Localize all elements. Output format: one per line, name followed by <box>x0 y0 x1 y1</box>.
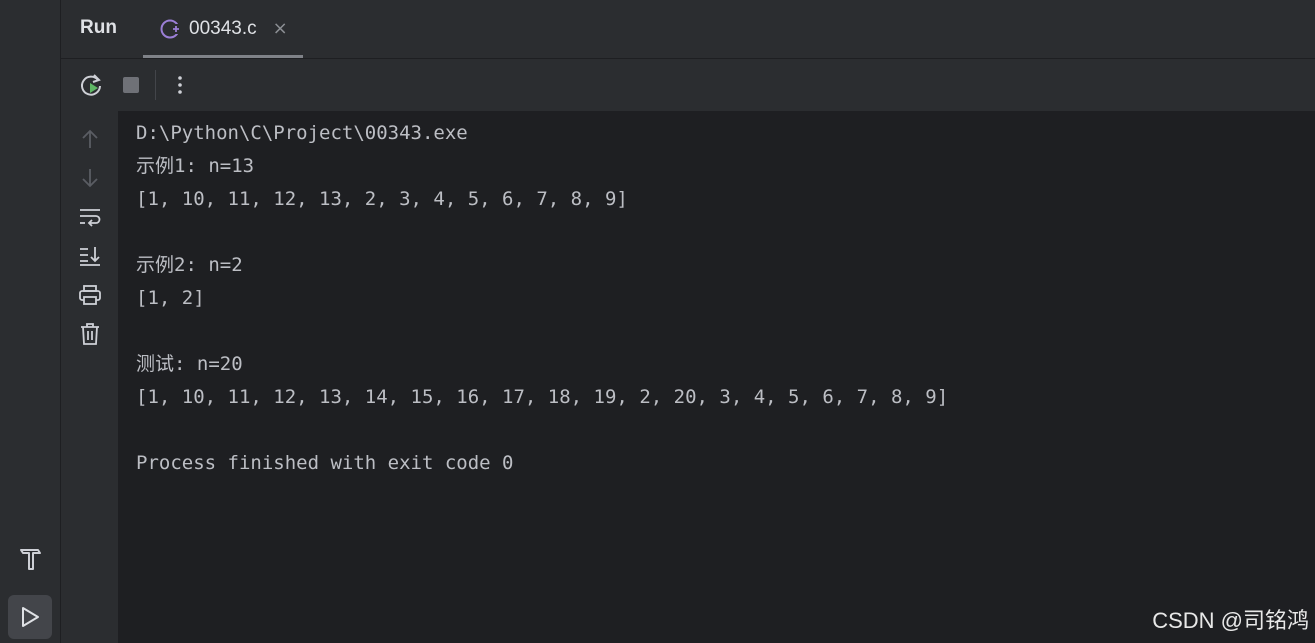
trash-icon <box>81 323 99 345</box>
scroll-to-end-icon <box>80 247 100 266</box>
run-toolbar <box>61 59 1315 111</box>
rerun-button[interactable] <box>77 71 105 99</box>
hammer-icon <box>20 549 41 570</box>
more-vertical-icon <box>178 76 182 94</box>
scroll-to-end-button[interactable] <box>76 242 104 270</box>
close-icon[interactable]: × <box>273 20 288 38</box>
console-gutter <box>61 111 118 643</box>
console-line: [1, 10, 11, 12, 13, 2, 3, 4, 5, 6, 7, 8,… <box>136 188 628 210</box>
c-file-icon <box>160 19 182 39</box>
console-output[interactable]: D:\Python\C\Project\00343.exe 示例1: n=13 … <box>118 111 1315 643</box>
watermark: CSDN @司铭鸿 <box>1152 608 1309 633</box>
tool-window-stripe <box>0 0 61 643</box>
build-button[interactable] <box>8 536 52 580</box>
run-tool-button[interactable] <box>8 595 52 639</box>
stop-button[interactable] <box>117 71 145 99</box>
print-button[interactable] <box>76 281 104 309</box>
toolbar-separator <box>155 70 156 100</box>
clear-all-button[interactable] <box>76 320 104 348</box>
print-icon <box>79 285 101 305</box>
console-line: Process finished with exit code 0 <box>136 452 514 474</box>
console-line: 示例1: n=13 <box>136 155 255 177</box>
arrow-down-icon <box>82 169 98 188</box>
console-line: [1, 2] <box>136 287 205 309</box>
tab-00343-c[interactable]: 00343.c × <box>143 0 303 58</box>
panel-title: Run <box>80 17 117 38</box>
console-line: D:\Python\C\Project\00343.exe <box>136 122 468 144</box>
tab-label: 00343.c <box>189 18 257 39</box>
soft-wrap-icon <box>80 209 101 227</box>
more-button[interactable] <box>166 71 194 99</box>
rerun-icon <box>81 74 101 96</box>
next-occurrence-button[interactable] <box>76 164 104 192</box>
console-line: 测试: n=20 <box>136 353 243 375</box>
run-icon <box>22 607 39 627</box>
arrow-up-icon <box>82 129 98 148</box>
stop-icon <box>123 77 139 93</box>
console-line: [1, 10, 11, 12, 13, 14, 15, 16, 17, 18, … <box>136 386 949 408</box>
soft-wrap-button[interactable] <box>76 203 104 231</box>
previous-occurrence-button[interactable] <box>76 125 104 153</box>
run-tab-bar: Run 00343.c × <box>61 0 1315 59</box>
console-line: 示例2: n=2 <box>136 254 243 276</box>
